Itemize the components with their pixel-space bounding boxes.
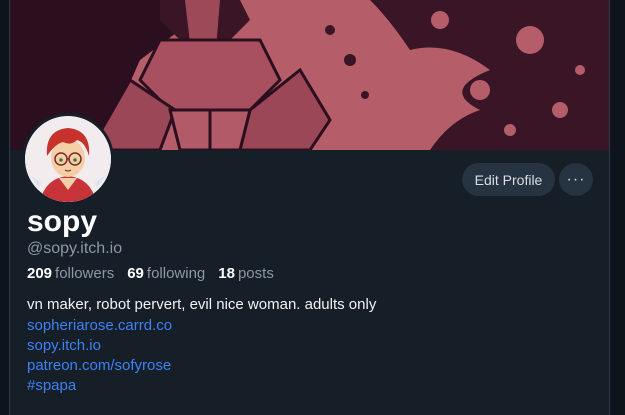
posts-count: 18 xyxy=(218,265,235,282)
profile-bio: vn maker, robot pervert, evil nice woman… xyxy=(27,296,377,313)
posts-stat[interactable]: 18 posts xyxy=(218,265,274,283)
following-stat[interactable]: 69 following xyxy=(127,265,205,283)
followers-count: 209 xyxy=(27,265,53,282)
followers-label: followers xyxy=(55,265,115,282)
right-panel-edge xyxy=(609,0,625,415)
avatar[interactable] xyxy=(22,113,114,205)
profile-links: sopheriarose.carrd.co sopy.itch.io patre… xyxy=(27,316,172,396)
more-horizontal-icon: ··· xyxy=(566,170,586,188)
profile-stats: 209 followers 69 following 18 posts xyxy=(27,265,274,283)
posts-label: posts xyxy=(237,265,274,282)
more-options-button[interactable]: ··· xyxy=(559,163,593,196)
bio-link-itch[interactable]: sopy.itch.io xyxy=(27,336,172,356)
bio-link-patreon[interactable]: patreon.com/sofyrose xyxy=(27,356,172,376)
following-label: following xyxy=(146,265,206,282)
display-name: sopy xyxy=(27,205,98,238)
followers-stat[interactable]: 209 followers xyxy=(27,265,114,283)
following-count: 69 xyxy=(127,265,144,282)
edit-profile-button[interactable]: Edit Profile xyxy=(462,163,555,196)
bio-hashtag-link[interactable]: #spapa xyxy=(27,376,172,396)
profile-handle: @sopy.itch.io xyxy=(27,240,123,257)
bio-link-carrd[interactable]: sopheriarose.carrd.co xyxy=(27,316,172,336)
left-panel-edge xyxy=(0,0,10,415)
